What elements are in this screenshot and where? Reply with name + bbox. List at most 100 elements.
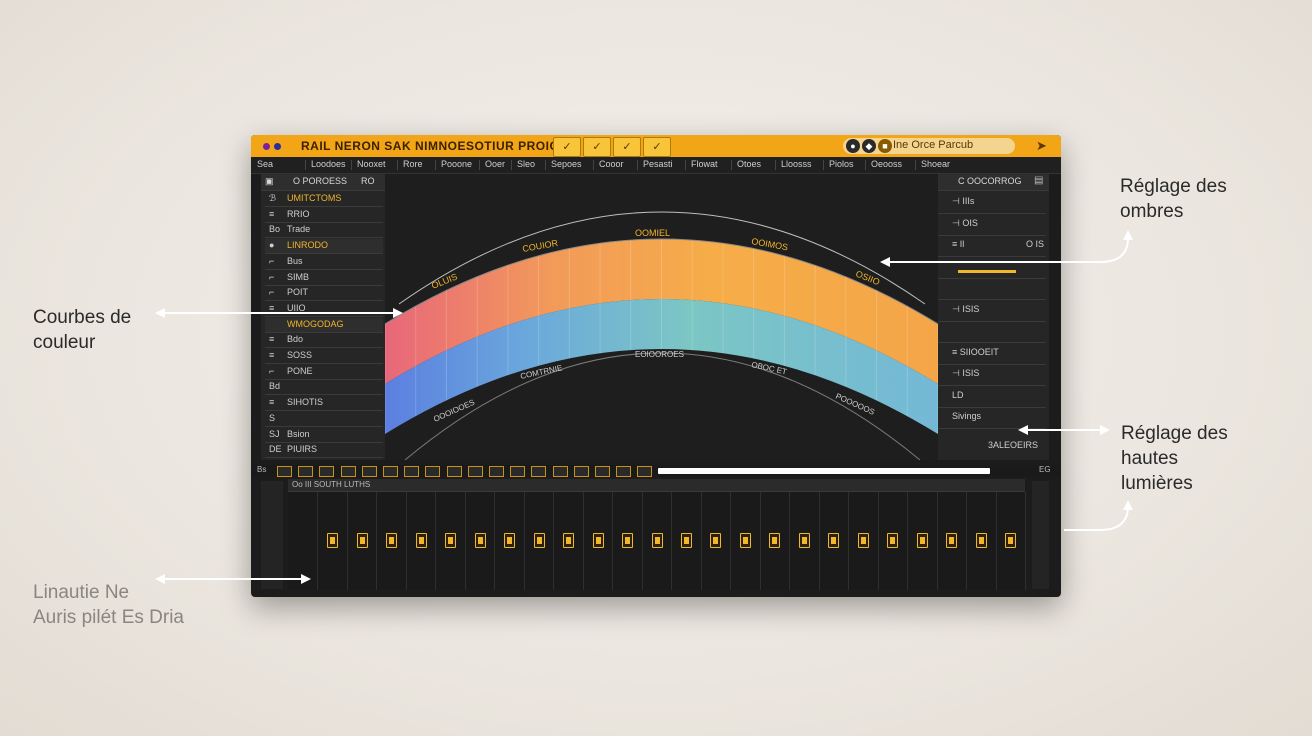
keyframe-icon[interactable] — [769, 533, 781, 548]
menu-item-12[interactable]: Lloosss — [781, 159, 812, 169]
timeline-progress[interactable] — [658, 468, 990, 474]
left-panel-row-8[interactable]: WMOGODAG — [265, 317, 383, 333]
keyframe-icon[interactable] — [946, 533, 958, 548]
keyframe-icon[interactable] — [474, 533, 486, 548]
menu-item-3[interactable]: Rore — [403, 159, 423, 169]
curves-canvas[interactable]: OLUIS COUIOR OOMIEL OOIMOS OSIIO OOOIOOE… — [384, 174, 939, 461]
left-panel-row-0[interactable]: ℬ UMITCTOMS — [265, 192, 383, 207]
menu-item-11[interactable]: Otoes — [737, 159, 761, 169]
timeline-marker[interactable] — [404, 466, 420, 477]
right-panel-row-7[interactable]: ≡ SIIOOEIT — [938, 343, 1046, 365]
timeline-marker[interactable] — [446, 466, 462, 477]
keyframe-icon[interactable] — [828, 533, 840, 548]
timeline-marker[interactable] — [552, 466, 568, 477]
keyframe-icon[interactable] — [975, 533, 987, 548]
timeline-marker[interactable] — [531, 466, 547, 477]
strip-scrollbar[interactable] — [1032, 481, 1049, 589]
timeline-marker[interactable] — [467, 466, 483, 477]
diamond-icon[interactable]: ◆ — [862, 139, 876, 153]
menu-item-4[interactable]: Pooone — [441, 159, 472, 169]
menu-item-13[interactable]: Piolos — [829, 159, 854, 169]
menu-item-8[interactable]: Cooor — [599, 159, 624, 169]
keyframe-icon[interactable] — [739, 533, 751, 548]
keyframe-cell[interactable] — [288, 492, 319, 590]
timeline-marker[interactable] — [616, 466, 632, 477]
left-panel-row-16[interactable]: DE PIUIRS — [265, 443, 383, 459]
toolbar-button-3[interactable]: ✓ — [613, 137, 641, 157]
timeline-marker[interactable] — [340, 466, 356, 477]
keyframe-icon[interactable] — [916, 533, 928, 548]
right-panel-row-1[interactable]: ⊣ OIS — [938, 214, 1046, 236]
keyframe-icon[interactable] — [504, 533, 516, 548]
right-panel-row-0[interactable]: ⊣ IIIs — [938, 192, 1046, 214]
toolbar-button-2[interactable]: ✓ — [583, 137, 611, 157]
menu-item-14[interactable]: Oeooss — [871, 159, 902, 169]
toolbar-button-1[interactable]: ✓ — [553, 137, 581, 157]
left-panel-row-11[interactable]: ⌐ PONE — [265, 365, 383, 380]
left-panel-row-4[interactable]: ⌐ Bus — [265, 255, 383, 270]
right-panel-row-2[interactable]: ≡ Il O IS — [938, 235, 1046, 257]
menu-item-6[interactable]: Sleo — [517, 159, 535, 169]
menu-item-15[interactable]: Shoear — [921, 159, 950, 169]
toolbar-button-4[interactable]: ✓ — [643, 137, 671, 157]
timeline-marker[interactable] — [361, 466, 377, 477]
right-panel-row-8[interactable]: ⊣ ISIS — [938, 364, 1046, 386]
keyframe-icon[interactable] — [1005, 533, 1017, 548]
timeline-marker[interactable] — [637, 466, 653, 477]
keyframe-icon[interactable] — [563, 533, 575, 548]
keyframe-icon[interactable] — [327, 533, 339, 548]
right-panel-row-4[interactable] — [938, 278, 1046, 300]
menu-item-7[interactable]: Sepoes — [551, 159, 582, 169]
left-panel-btn-ro[interactable]: RO — [361, 176, 375, 186]
menu-item-9[interactable]: Pesasti — [643, 159, 673, 169]
left-panel-row-14[interactable]: S — [265, 412, 383, 427]
left-panel-row-7[interactable]: ≡ UIIO — [265, 302, 383, 317]
timeline-marker[interactable] — [510, 466, 526, 477]
timeline-marker[interactable] — [595, 466, 610, 477]
right-panel-row-9[interactable]: LD — [938, 386, 1046, 408]
left-panel-row-15[interactable]: SJ Bsion — [265, 428, 383, 443]
keyframe-icon[interactable] — [857, 533, 869, 548]
menu-item-5[interactable]: Ooer — [485, 159, 505, 169]
stop-icon[interactable]: ■ — [878, 139, 892, 153]
left-panel-row-9[interactable]: ≡ Bdo — [265, 333, 383, 349]
menu-item-1[interactable]: Loodoes — [311, 159, 346, 169]
minimize-dot[interactable] — [274, 143, 281, 150]
menu-item-2[interactable]: Nooxet — [357, 159, 386, 169]
keyframe-icon[interactable] — [887, 533, 899, 548]
left-panel-row-12[interactable]: Bd — [265, 380, 383, 396]
right-panel-row-3[interactable] — [938, 257, 1046, 279]
left-panel-row-5[interactable]: ⌐ SIMB — [265, 271, 383, 286]
keyframe-icon[interactable] — [533, 533, 545, 548]
keyframe-strip[interactable]: Oo III SOUTH LUTHS — [288, 479, 1026, 590]
keyframe-icon[interactable] — [415, 533, 427, 548]
left-panel-row-10[interactable]: ≡ SOSS — [265, 349, 383, 364]
keyframe-icon[interactable] — [798, 533, 810, 548]
keyframe-icon[interactable] — [356, 533, 368, 548]
left-panel-row-2[interactable]: Bo Trade — [265, 223, 383, 239]
timeline-marker[interactable] — [573, 466, 589, 477]
close-dot[interactable] — [263, 143, 270, 150]
timeline-marker[interactable] — [489, 466, 504, 477]
keyframe-icon[interactable] — [445, 533, 457, 548]
left-panel-row-13[interactable]: ≡ SIHOTIS — [265, 396, 383, 412]
menu-item-10[interactable]: Flowat — [691, 159, 718, 169]
send-icon[interactable]: ➤ — [1036, 138, 1047, 154]
keyframe-icon[interactable] — [680, 533, 692, 548]
right-panel-row-10[interactable]: Sivings — [938, 407, 1046, 429]
timeline-marker[interactable] — [319, 466, 335, 477]
left-panel-row-1[interactable]: ≡ RRIO — [265, 208, 383, 223]
keyframe-icon[interactable] — [386, 533, 398, 548]
menu-item-0[interactable]: Sea — [257, 159, 273, 169]
left-panel-row-3[interactable]: ● LINRODO — [265, 239, 383, 255]
timeline-marker[interactable] — [425, 466, 441, 477]
record-icon[interactable]: ● — [846, 139, 860, 153]
timeline-marker[interactable] — [298, 466, 314, 477]
keyframe-icon[interactable] — [622, 533, 634, 548]
right-panel-menu-icon[interactable]: ▤ — [1034, 175, 1043, 186]
timeline-bar[interactable]: Bs EG — [251, 465, 1061, 477]
right-panel-row-6[interactable] — [938, 321, 1046, 343]
keyframe-icon[interactable] — [592, 533, 604, 548]
curves-svg[interactable]: OLUIS COUIOR OOMIEL OOIMOS OSIIO OOOIOOE… — [384, 174, 939, 461]
keyframe-icon[interactable] — [651, 533, 663, 548]
